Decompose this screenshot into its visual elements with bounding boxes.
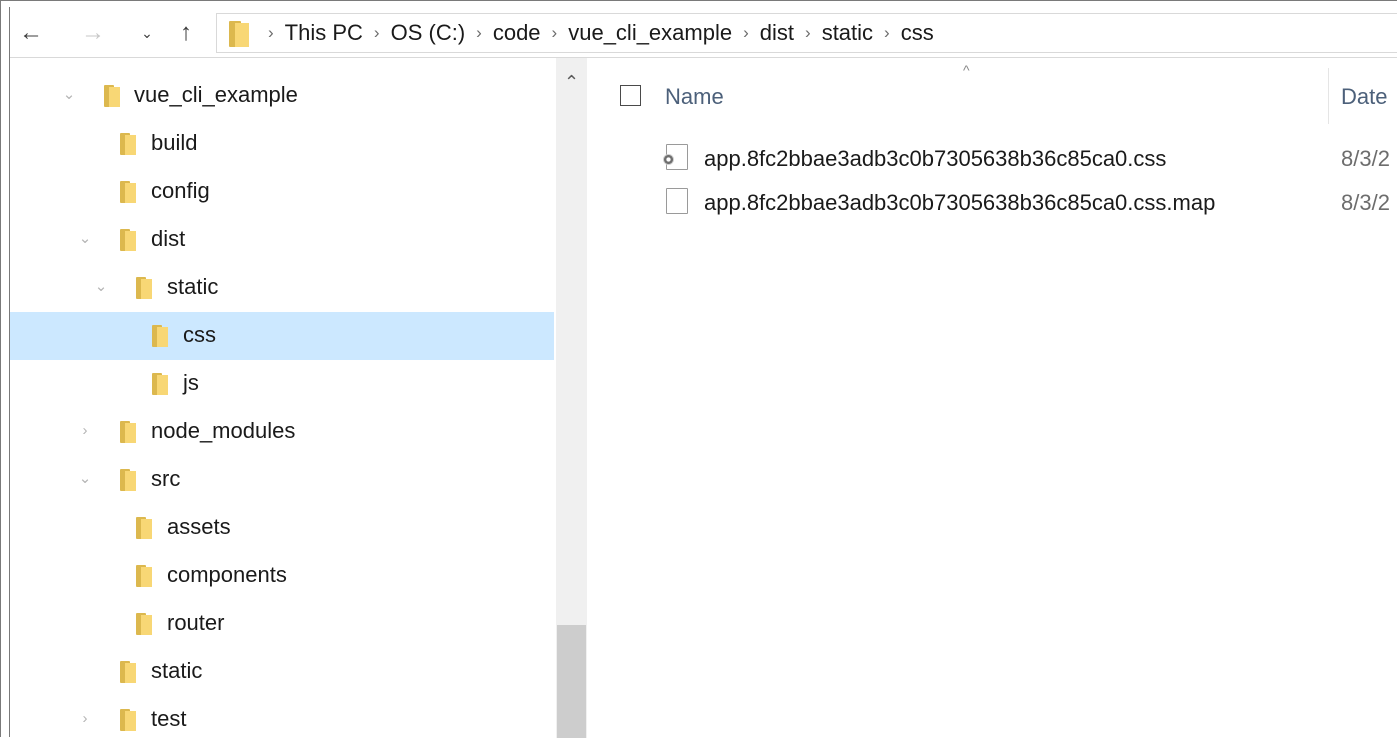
tree-item-label: router xyxy=(167,610,225,635)
folder-icon xyxy=(136,277,152,299)
tree-item-label: test xyxy=(151,706,187,731)
tree-item-label: src xyxy=(151,466,181,491)
folder-icon xyxy=(120,469,136,491)
folder-icon xyxy=(136,565,152,587)
folder-icon xyxy=(136,613,152,635)
tree-item-static[interactable]: ⌄ static xyxy=(10,264,554,312)
tree-item-label: vue_cli_example xyxy=(134,82,298,107)
breadcrumb-this-pc[interactable]: This PC xyxy=(285,20,363,46)
tree-item-css[interactable]: css xyxy=(10,312,554,360)
chevron-right-icon[interactable]: › xyxy=(76,420,94,442)
forward-button[interactable]: → xyxy=(78,17,108,49)
folder-icon xyxy=(229,19,249,47)
select-all-checkbox[interactable] xyxy=(620,85,641,106)
tree-item-node-modules[interactable]: › node_modules xyxy=(10,408,554,456)
breadcrumb-separator[interactable]: › xyxy=(374,23,380,43)
tree-item-vue-cli-example[interactable]: ⌄ vue_cli_example xyxy=(10,72,554,120)
file-date: 8/3/2 xyxy=(1341,146,1390,171)
arrow-up-icon: ↑ xyxy=(180,19,192,46)
chevron-down-icon: ⌄ xyxy=(141,24,153,41)
navigation-pane: ⌄ vue_cli_example build config ⌄ dist ⌄ … xyxy=(10,58,556,738)
breadcrumb-css[interactable]: css xyxy=(901,20,934,46)
tree-item-test[interactable]: › test xyxy=(10,696,554,738)
breadcrumb-separator[interactable]: › xyxy=(884,23,890,43)
folder-icon xyxy=(120,709,136,731)
file-row[interactable]: app.8fc2bbae3adb3c0b7305638b36c85ca0.css… xyxy=(658,138,1397,178)
tree-item-build[interactable]: build xyxy=(10,120,554,168)
tree-item-label: components xyxy=(167,562,287,587)
arrow-left-icon: ← xyxy=(19,19,43,46)
breadcrumb-os-c[interactable]: OS (C:) xyxy=(391,20,466,46)
tree-item-js[interactable]: js xyxy=(10,360,554,408)
breadcrumb-separator[interactable]: › xyxy=(552,23,558,43)
recent-locations-button[interactable]: ⌄ xyxy=(132,17,162,49)
chevron-down-icon[interactable]: ⌄ xyxy=(92,276,110,298)
folder-icon xyxy=(152,325,168,347)
folder-icon xyxy=(152,373,168,395)
column-header-name[interactable]: Name xyxy=(665,84,724,110)
blank-file-icon xyxy=(666,188,688,214)
breadcrumb-vue-cli-example[interactable]: vue_cli_example xyxy=(568,20,732,46)
breadcrumb-dist[interactable]: dist xyxy=(760,20,794,46)
column-divider[interactable] xyxy=(1328,68,1329,124)
back-button[interactable]: ← xyxy=(16,17,46,49)
tree-item-label: css xyxy=(183,322,216,347)
tree-item-label: assets xyxy=(167,514,231,539)
tree-item-label: build xyxy=(151,130,198,155)
tree-item-label: node_modules xyxy=(151,418,296,443)
tree-item-assets[interactable]: assets xyxy=(10,504,554,552)
chevron-down-icon[interactable]: ⌄ xyxy=(60,84,78,106)
column-header-date[interactable]: Date xyxy=(1341,84,1387,110)
file-row[interactable]: app.8fc2bbae3adb3c0b7305638b36c85ca0.css… xyxy=(658,182,1397,222)
folder-icon xyxy=(120,229,136,251)
up-button[interactable]: ↑ xyxy=(171,17,201,49)
css-file-icon xyxy=(663,144,688,170)
tree-item-label: static xyxy=(167,274,219,299)
tree-item-label: dist xyxy=(151,226,186,251)
folder-icon xyxy=(120,661,136,683)
file-explorer-window: ← → ⌄ ↑ › This PC › OS (C:) › code › vue… xyxy=(0,0,1397,738)
breadcrumb-separator[interactable]: › xyxy=(805,23,811,43)
file-date: 8/3/2 xyxy=(1341,190,1390,215)
chevron-right-icon[interactable]: › xyxy=(76,708,94,730)
tree-item-label: static xyxy=(151,658,203,683)
folder-icon xyxy=(136,517,152,539)
tree-item-label: config xyxy=(151,178,210,203)
file-name: app.8fc2bbae3adb3c0b7305638b36c85ca0.css xyxy=(704,146,1167,171)
file-list-pane: ^ Name Date app.8fc2bbae3adb3c0b7305638b… xyxy=(588,58,1397,738)
breadcrumb-separator[interactable]: › xyxy=(743,23,749,43)
address-toolbar: ← → ⌄ ↑ › This PC › OS (C:) › code › vue… xyxy=(10,9,1397,58)
scrollbar-thumb[interactable] xyxy=(557,625,586,738)
breadcrumb-static[interactable]: static xyxy=(822,20,873,46)
tree-item-label: js xyxy=(183,370,199,395)
breadcrumb-separator[interactable]: › xyxy=(476,23,482,43)
tree-item-config[interactable]: config xyxy=(10,168,554,216)
folder-icon xyxy=(120,133,136,155)
tree-item-dist[interactable]: ⌄ dist xyxy=(10,216,554,264)
tree-item-src[interactable]: ⌄ src xyxy=(10,456,554,504)
folder-icon xyxy=(120,421,136,443)
arrow-right-icon: → xyxy=(81,19,105,46)
navigation-scrollbar[interactable]: ⌃ xyxy=(556,58,587,738)
sort-ascending-icon: ^ xyxy=(963,62,970,78)
tree-item-router[interactable]: router xyxy=(10,600,554,648)
folder-icon xyxy=(120,181,136,203)
breadcrumb-separator[interactable]: › xyxy=(268,23,274,43)
breadcrumb-code[interactable]: code xyxy=(493,20,541,46)
tree-item-static-src[interactable]: static xyxy=(10,648,554,696)
chevron-down-icon[interactable]: ⌄ xyxy=(76,228,94,250)
file-name: app.8fc2bbae3adb3c0b7305638b36c85ca0.css… xyxy=(704,190,1216,215)
folder-icon xyxy=(104,85,120,107)
breadcrumb[interactable]: › This PC › OS (C:) › code › vue_cli_exa… xyxy=(216,13,1397,53)
tree-item-components[interactable]: components xyxy=(10,552,554,600)
scroll-up-icon[interactable]: ⌃ xyxy=(556,72,587,92)
chevron-down-icon[interactable]: ⌄ xyxy=(76,468,94,490)
